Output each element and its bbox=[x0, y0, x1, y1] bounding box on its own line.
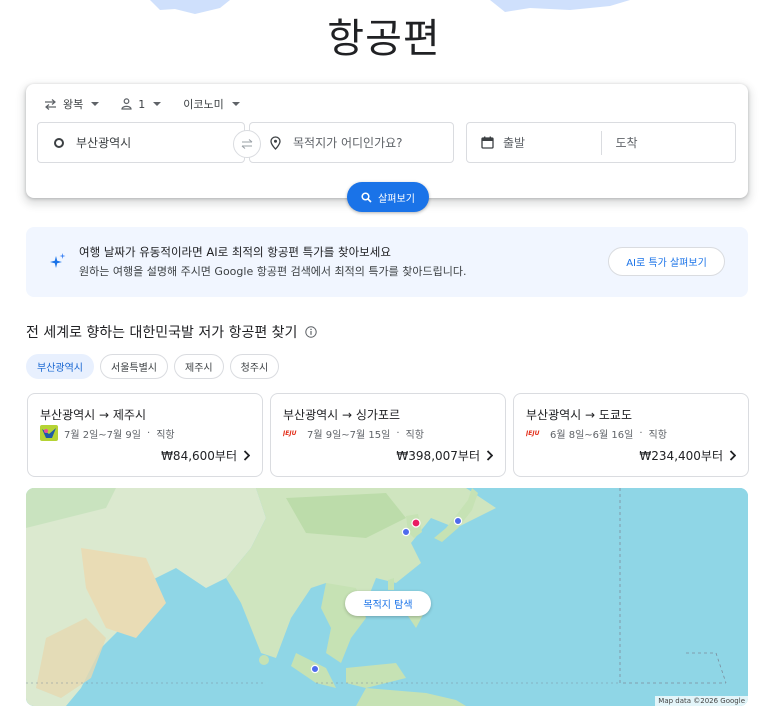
origin-pin[interactable] bbox=[411, 518, 421, 528]
deal-meta: 7월 2일~7월 9일 · 직항 bbox=[40, 425, 175, 441]
search-options: 왕복 1 이코노미 bbox=[44, 96, 262, 112]
info-icon[interactable] bbox=[305, 326, 318, 338]
deal-meta: JEJU 7월 9일~7월 15일 · 직항 bbox=[283, 425, 424, 441]
swap-arrows-icon bbox=[241, 139, 253, 149]
passengers-count: 1 bbox=[138, 97, 146, 111]
origin-circle-icon bbox=[54, 137, 64, 148]
deal-meta: JEJU 6월 8일~6월 16일 · 직항 bbox=[526, 425, 667, 441]
deal-price: ₩398,007부터 bbox=[396, 447, 493, 464]
svg-text:JEJU: JEJU bbox=[526, 430, 540, 437]
deal-dates: 7월 2일~7월 9일 bbox=[64, 429, 141, 441]
destination-pin[interactable] bbox=[453, 516, 463, 526]
deal-price-value: ₩398,007부터 bbox=[396, 449, 480, 463]
departure-placeholder: 출발 bbox=[503, 136, 526, 150]
return-placeholder: 도착 bbox=[615, 136, 638, 150]
explore-destinations-button[interactable]: 목적지 탐색 bbox=[345, 591, 431, 616]
deal-card[interactable]: 부산광역시 → 싱가포르 JEJU 7월 9일~7월 15일 · 직항 ₩398… bbox=[270, 393, 506, 477]
departure-date-field[interactable]: 출발 bbox=[467, 123, 601, 162]
deal-dates: 7월 9일~7월 15일 bbox=[307, 429, 391, 441]
origin-value: 부산광역시 bbox=[76, 136, 132, 150]
airline-logo-icon: JEJU bbox=[283, 430, 297, 437]
chevron-right-icon bbox=[486, 450, 493, 461]
ai-deals-banner: 여행 날짜가 유동적이라면 AI로 최적의 항공편 특가를 찾아보세요 원하는 … bbox=[26, 227, 748, 297]
destination-pin[interactable] bbox=[310, 664, 320, 674]
ai-banner-title: 여행 날짜가 유동적이라면 AI로 최적의 항공편 특가를 찾아보세요 bbox=[79, 245, 391, 259]
deal-price-value: ₩84,600부터 bbox=[161, 449, 237, 463]
map-attribution: Map data ©2026 Google bbox=[655, 696, 748, 706]
chevron-right-icon bbox=[729, 450, 736, 461]
trip-type-select[interactable]: 왕복 bbox=[44, 96, 100, 112]
ai-deals-button[interactable]: AI로 특가 살펴보기 bbox=[608, 247, 725, 276]
return-date-field[interactable]: 도착 bbox=[602, 123, 736, 162]
deal-stops: 직항 bbox=[156, 429, 175, 441]
cabin-class-label: 이코노미 bbox=[183, 98, 224, 111]
destination-placeholder: 목적지가 어디인가요? bbox=[293, 136, 403, 150]
destination-input[interactable]: 목적지가 어디인가요? bbox=[249, 122, 454, 163]
chip-jeju[interactable]: 제주시 bbox=[174, 354, 224, 379]
deal-price: ₩84,600부터 bbox=[161, 447, 250, 464]
svg-text:JEJU: JEJU bbox=[283, 430, 297, 437]
deal-cards: 부산광역시 → 제주시 7월 2일~7월 9일 · 직항 ₩84,600부터 부… bbox=[27, 393, 756, 477]
explore-button-label: 살펴보기 bbox=[378, 193, 415, 205]
deal-stops: 직항 bbox=[648, 429, 667, 441]
deal-stops: 직항 bbox=[405, 429, 424, 441]
chip-cheongju[interactable]: 청주시 bbox=[229, 354, 280, 379]
calendar-icon bbox=[481, 136, 494, 149]
flight-search-form: 왕복 1 이코노미 부산광역시 목적지가 어디인가요? 출발 도착 살펴보기 bbox=[26, 84, 748, 212]
deal-price-value: ₩234,400부터 bbox=[639, 449, 723, 463]
chevron-down-icon bbox=[153, 102, 162, 106]
origin-city-chips: 부산광역시 서울특별시 제주시 청주시 bbox=[26, 354, 285, 379]
deal-route: 부산광역시 → 싱가포르 bbox=[283, 408, 401, 422]
meta-separator: · bbox=[147, 427, 151, 439]
chip-seoul[interactable]: 서울특별시 bbox=[100, 354, 168, 379]
search-icon bbox=[361, 191, 372, 203]
date-range-input: 출발 도착 bbox=[466, 122, 736, 163]
deal-card[interactable]: 부산광역시 → 제주시 7월 2일~7월 9일 · 직항 ₩84,600부터 bbox=[27, 393, 263, 477]
meta-separator: · bbox=[639, 427, 643, 439]
section-title-text: 전 세계로 향하는 대한민국발 저가 항공편 찾기 bbox=[26, 325, 298, 341]
deal-price: ₩234,400부터 bbox=[639, 447, 736, 464]
trip-type-label: 왕복 bbox=[63, 98, 84, 111]
swap-origin-destination-button[interactable] bbox=[233, 130, 261, 158]
chevron-right-icon bbox=[243, 450, 250, 461]
section-title: 전 세계로 향하는 대한민국발 저가 항공편 찾기 bbox=[26, 322, 318, 342]
chevron-down-icon bbox=[231, 102, 240, 106]
airline-logo-icon bbox=[40, 425, 58, 441]
swap-arrows-icon bbox=[45, 98, 56, 110]
deal-route: 부산광역시 → 도쿄도 bbox=[526, 408, 633, 422]
meta-separator: · bbox=[396, 427, 400, 439]
chip-busan[interactable]: 부산광역시 bbox=[26, 354, 94, 379]
airline-logo-icon: JEJU bbox=[526, 430, 540, 437]
origin-input[interactable]: 부산광역시 bbox=[37, 122, 245, 163]
explore-button[interactable]: 살펴보기 bbox=[347, 182, 429, 212]
passengers-select[interactable]: 1 bbox=[121, 97, 162, 111]
page-title: 항공편 bbox=[327, 16, 441, 62]
destination-map[interactable]: 목적지 탐색 Map data ©2026 Google bbox=[26, 488, 748, 706]
person-icon bbox=[121, 98, 132, 110]
destination-pin[interactable] bbox=[401, 527, 411, 537]
ai-banner-subtitle: 원하는 여행을 설명해 주시면 Google 항공편 검색에서 최적의 특가를 … bbox=[79, 265, 467, 278]
deal-card[interactable]: 부산광역시 → 도쿄도 JEJU 6월 8일~6월 16일 · 직항 ₩234,… bbox=[513, 393, 749, 477]
deal-dates: 6월 8일~6월 16일 bbox=[550, 429, 634, 441]
cabin-class-select[interactable]: 이코노미 bbox=[183, 96, 240, 112]
sparkle-icon bbox=[50, 253, 66, 268]
chevron-down-icon bbox=[91, 102, 100, 106]
location-pin-icon bbox=[270, 135, 281, 150]
deal-route: 부산광역시 → 제주시 bbox=[40, 408, 147, 422]
